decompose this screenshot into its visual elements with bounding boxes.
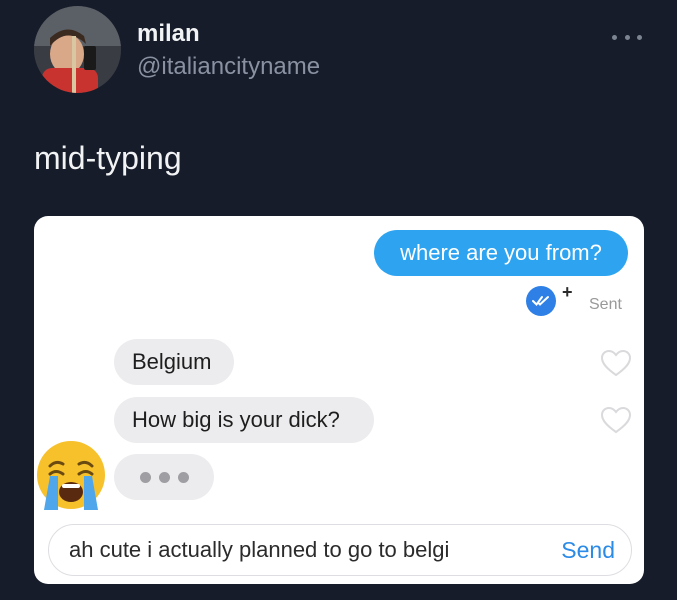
avatar[interactable] [34,6,121,93]
incoming-message: Belgium [114,339,234,385]
message-input-value[interactable]: ah cute i actually planned to go to belg… [69,537,449,563]
heart-icon[interactable] [600,349,632,377]
author-name[interactable]: milan [137,20,200,48]
outgoing-message: where are you from? [374,230,628,276]
chat-screenshot: where are you from? + Sent Belgium How b… [34,216,644,584]
tweet-text: mid-typing [34,140,182,176]
heart-icon[interactable] [600,406,632,434]
crying-face-icon [37,441,105,510]
typing-indicator [114,454,214,500]
read-receipt-icon [526,286,556,316]
message-input[interactable]: ah cute i actually planned to go to belg… [48,524,632,576]
incoming-message: How big is your dick? [114,397,374,443]
more-options-icon[interactable] [612,32,642,42]
message-status: Sent [589,296,622,313]
plus-icon: + [562,282,573,302]
send-button[interactable]: Send [561,537,615,564]
author-handle[interactable]: @italiancityname [137,53,320,81]
